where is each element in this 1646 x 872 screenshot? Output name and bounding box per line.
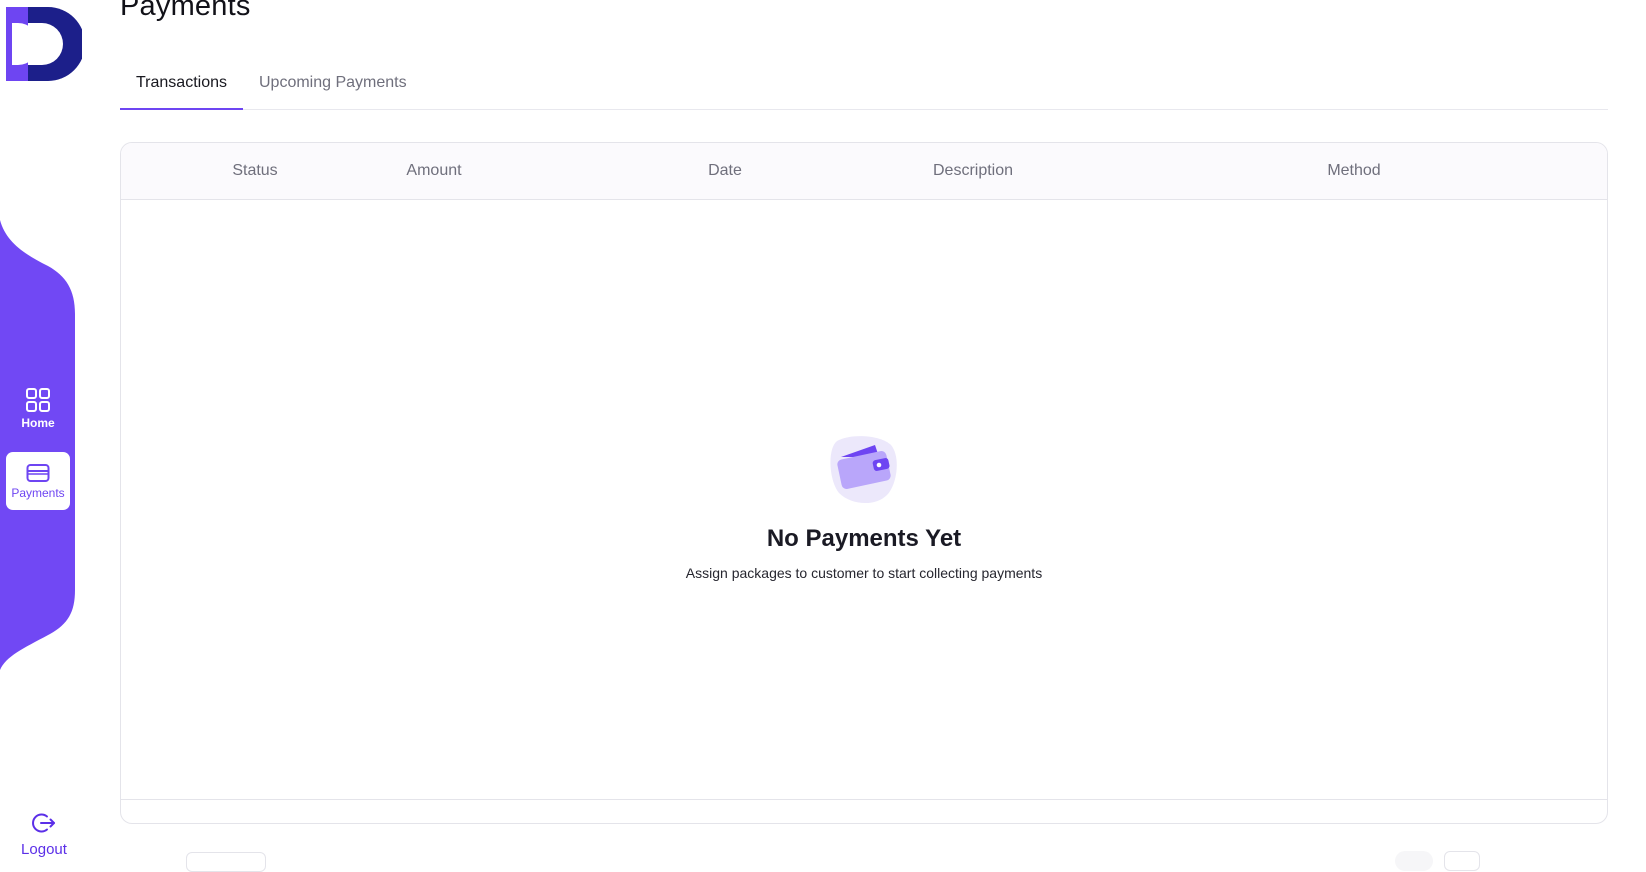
logout-icon [32,813,55,833]
empty-state-subtitle: Assign packages to customer to start col… [685,565,1043,581]
empty-state-title: No Payments Yet [766,525,962,552]
sidebar-item-home[interactable]: Home [6,379,70,437]
column-header-description[interactable]: Description [933,162,1013,180]
page-title: Payments [120,0,251,22]
dd-logo-icon[interactable] [6,7,82,81]
card-icon [26,463,50,482]
grid-icon [26,387,50,412]
previous-page-button[interactable] [1395,851,1433,871]
logout-button[interactable]: Logout [14,811,74,861]
transactions-table: Status Amount Date Description Method No… [120,142,1608,824]
column-header-method[interactable]: Method [1327,162,1380,180]
empty-state: No Payments Yet Assign packages to custo… [121,433,1607,581]
table-footer-divider [121,799,1607,800]
table-header: Status Amount Date Description Method [121,143,1607,200]
column-header-status[interactable]: Status [232,162,277,180]
wallet-icon [830,436,897,504]
logout-label: Logout [21,841,67,858]
rows-per-page-select[interactable] [186,852,266,872]
sidebar-item-label: Payments [11,485,65,500]
sidebar-background [0,220,75,670]
column-header-date[interactable]: Date [708,162,742,180]
next-page-button[interactable] [1444,851,1480,871]
tab-bar: Transactions Upcoming Payments [120,66,1608,110]
sidebar-item-payments[interactable]: Payments [6,452,70,510]
tab-transactions[interactable]: Transactions [120,66,243,110]
tab-upcoming-payments[interactable]: Upcoming Payments [243,66,423,110]
sidebar-item-label: Home [21,415,55,430]
column-header-amount[interactable]: Amount [406,162,461,180]
